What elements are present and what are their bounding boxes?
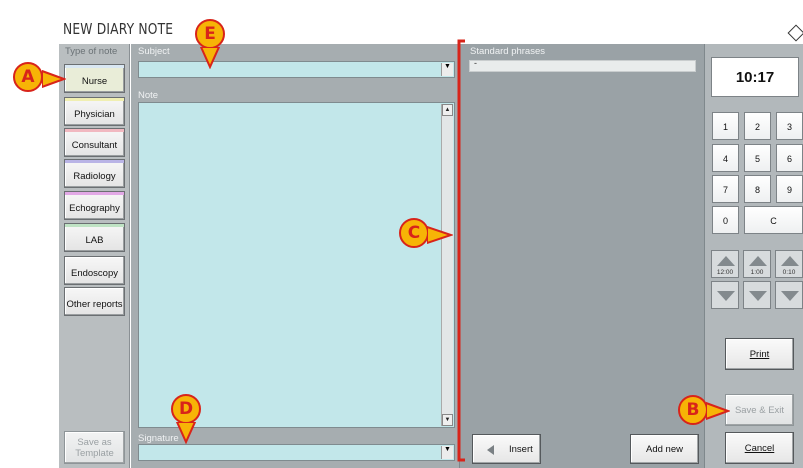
marker-a-pointer: [42, 70, 66, 88]
standard-phrases-label: Standard phrases: [470, 46, 545, 57]
key-8[interactable]: 8: [744, 175, 771, 203]
note-type-label: LAB: [85, 235, 104, 246]
time-display: 10:17: [711, 57, 799, 97]
save-exit-button[interactable]: Save & Exit: [725, 394, 794, 426]
insert-button[interactable]: Insert: [472, 434, 541, 464]
arrow-up-icon: [749, 256, 767, 266]
signature-dropdown[interactable]: ▼: [138, 444, 455, 461]
type-of-note-label: Type of note: [65, 46, 118, 57]
subject-dropdown[interactable]: ▼: [138, 61, 455, 78]
marker-e: E: [195, 19, 225, 49]
hours-step-label: 12:00: [716, 269, 734, 276]
arrow-left-icon: [487, 445, 494, 455]
note-label: Note: [138, 90, 159, 101]
hours-up-button[interactable]: 12:00: [711, 250, 739, 278]
note-type-physician[interactable]: Physician: [64, 97, 125, 126]
signature-label: Signature: [138, 433, 179, 444]
note-type-label: Radiology: [73, 171, 116, 182]
note-textarea[interactable]: ▲ ▼: [138, 102, 455, 428]
nurse-color-strip: [65, 65, 124, 68]
note-type-endoscopy[interactable]: Endoscopy: [64, 256, 125, 285]
marker-e-pointer: [200, 47, 220, 69]
key-3[interactable]: 3: [776, 112, 803, 140]
note-type-echography[interactable]: Echography: [64, 191, 125, 220]
arrow-down-icon: [717, 291, 735, 301]
marker-d-pointer: [176, 422, 196, 444]
marker-b: B: [678, 395, 708, 425]
subject-label: Subject: [138, 46, 170, 57]
hour-up-button[interactable]: 1:00: [743, 250, 771, 278]
phrase-list[interactable]: -: [469, 58, 696, 72]
hour-down-button[interactable]: [743, 281, 771, 309]
key-7[interactable]: 7: [712, 175, 739, 203]
note-type-label: Physician: [74, 109, 115, 120]
print-button[interactable]: Print: [725, 338, 794, 370]
note-type-label: Echography: [69, 203, 120, 214]
phrases-bracket: [457, 39, 465, 462]
marker-c-pointer: [427, 226, 453, 244]
marker-d: D: [171, 394, 201, 424]
arrow-up-icon: [717, 256, 735, 266]
key-5[interactable]: 5: [744, 144, 771, 172]
arrow-down-icon: [749, 291, 767, 301]
key-4[interactable]: 4: [712, 144, 739, 172]
insert-label: Insert: [509, 444, 533, 455]
note-type-nurse[interactable]: Nurse: [64, 64, 125, 93]
key-1[interactable]: 1: [712, 112, 739, 140]
save-as-template-button[interactable]: Save as Template: [64, 431, 125, 464]
window-title: NEW DIARY NOTE: [63, 20, 174, 38]
key-2[interactable]: 2: [744, 112, 771, 140]
marker-c: C: [399, 218, 429, 248]
note-scrollbar[interactable]: ▲ ▼: [441, 104, 453, 426]
hour-step-label: 1:00: [750, 269, 764, 276]
note-type-label: Consultant: [71, 140, 118, 151]
note-type-radiology[interactable]: Radiology: [64, 159, 125, 188]
radiology-color-strip: [65, 160, 124, 163]
chevron-down-icon[interactable]: ▼: [441, 446, 453, 459]
phrase-item[interactable]: -: [474, 58, 477, 68]
key-clear[interactable]: C: [744, 206, 803, 234]
hours-down-button[interactable]: [711, 281, 739, 309]
key-0[interactable]: 0: [712, 206, 739, 234]
note-type-label: Other reports: [66, 299, 123, 310]
marker-b-pointer: [706, 402, 730, 420]
key-6[interactable]: 6: [776, 144, 803, 172]
note-type-label: Nurse: [81, 76, 108, 87]
note-type-label: Endoscopy: [70, 268, 118, 279]
echography-color-strip: [65, 192, 124, 195]
arrow-down-icon: [781, 291, 799, 301]
arrow-up-icon: [781, 256, 799, 266]
standard-phrases-panel: [459, 44, 704, 468]
add-new-button[interactable]: Add new: [630, 434, 699, 464]
note-type-consultant[interactable]: Consultant: [64, 128, 125, 157]
physician-color-strip: [65, 98, 124, 101]
note-type-lab[interactable]: LAB: [64, 223, 125, 252]
key-9[interactable]: 9: [776, 175, 803, 203]
cancel-button[interactable]: Cancel: [725, 432, 794, 464]
chevron-down-icon[interactable]: ▼: [441, 63, 453, 76]
lab-color-strip: [65, 224, 124, 227]
note-type-other-reports[interactable]: Other reports: [64, 287, 125, 316]
scroll-down-icon[interactable]: ▼: [442, 414, 453, 426]
minutes-step-label: 0:10: [782, 269, 796, 276]
consultant-color-strip: [65, 129, 124, 132]
minutes-down-button[interactable]: [775, 281, 803, 309]
marker-a: A: [13, 62, 43, 92]
scroll-up-icon[interactable]: ▲: [442, 104, 453, 116]
minutes-up-button[interactable]: 0:10: [775, 250, 803, 278]
